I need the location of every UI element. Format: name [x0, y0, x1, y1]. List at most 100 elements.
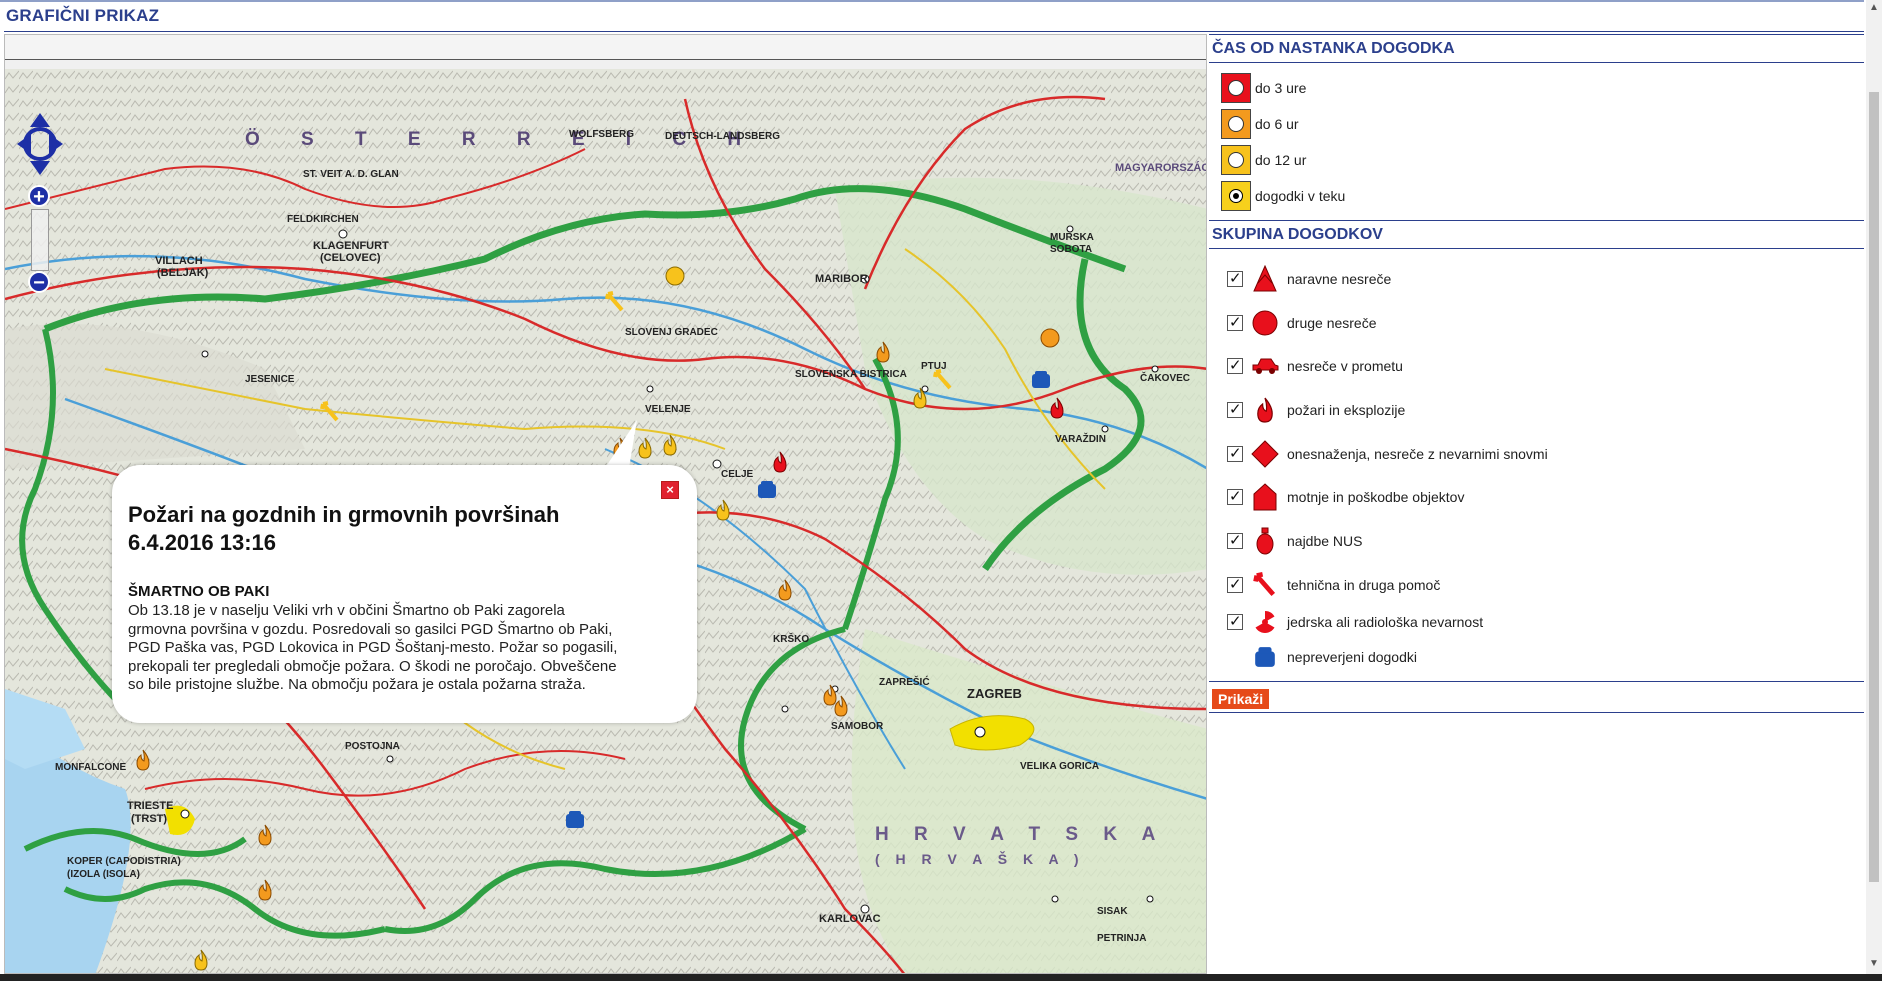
page-scrollbar[interactable]: ▲ ▼ [1866, 0, 1882, 974]
house-icon [1251, 483, 1279, 511]
event-marker-fire-icon[interactable] [133, 749, 153, 771]
event-marker-fire-icon[interactable] [191, 949, 211, 971]
event-marker-wrench-icon[interactable] [605, 291, 625, 313]
radiation-icon [1251, 608, 1279, 636]
event-marker-phone-icon[interactable] [1031, 369, 1051, 391]
checkbox[interactable] [1227, 444, 1243, 462]
event-marker-fire-icon[interactable] [255, 824, 275, 846]
map-navigation-control: + − [15, 111, 65, 311]
checkbox[interactable] [1227, 400, 1243, 418]
map-label-villach: VILLACH [155, 255, 203, 267]
zoom-in-button[interactable]: + [28, 185, 50, 207]
time-legend-item: do 12 ur [1209, 142, 1864, 178]
event-marker-phone-icon[interactable] [565, 809, 585, 831]
event-marker-fire-icon[interactable] [1047, 397, 1067, 419]
map-toolbar [5, 35, 1206, 60]
zoom-slider-track[interactable] [31, 209, 49, 271]
zoom-out-button[interactable]: − [28, 271, 50, 293]
map-panel: Ö S T E R R E I C H MAGYARORSZÁG H R V A… [4, 34, 1207, 974]
event-marker-fire-icon[interactable] [770, 451, 790, 473]
circle-icon [1251, 309, 1279, 337]
checkbox[interactable] [1227, 531, 1243, 549]
legend-panel: ČAS OD NASTANKA DOGODKA do 3 ure do 6 ur… [1209, 34, 1864, 974]
group-legend-item: druge nesreče [1209, 301, 1864, 345]
title-divider [4, 31, 1864, 32]
map-label-trieste-alt: (TRST) [131, 813, 168, 825]
map-label-sisak: SISAK [1097, 906, 1128, 917]
event-marker-wrench-icon[interactable] [933, 369, 953, 391]
popup-description: Ob 13.18 je v naselju Veliki vrh v občin… [128, 602, 679, 695]
map-label-jesenice: JESENICE [245, 374, 295, 385]
map-label-st-veit: ST. VEIT A. D. GLAN [303, 169, 399, 180]
tree-icon [1251, 264, 1279, 293]
time-legend: do 3 ure do 6 ur do 12 ur dogodki v teku [1209, 63, 1864, 214]
scrollbar-thumb[interactable] [1869, 92, 1879, 882]
map-label-murska: MURSKA [1050, 232, 1094, 243]
checkbox[interactable] [1227, 313, 1243, 331]
time-legend-label: do 6 ur [1255, 116, 1299, 132]
map-label-wolfsberg: WOLFSBERG [569, 129, 634, 140]
map-label-izola: (IZOLA (ISOLA) [67, 869, 140, 880]
map-label-koper: KOPER (CAPODISTRIA) [67, 856, 181, 867]
checkbox[interactable] [1227, 612, 1243, 630]
close-icon[interactable]: × [661, 481, 679, 499]
event-marker-fire-icon[interactable] [713, 499, 733, 521]
grenade-icon [1251, 527, 1279, 555]
event-marker-fire-icon[interactable] [910, 387, 930, 409]
event-marker-circle[interactable] [1040, 327, 1060, 349]
map-label-cakovec: ČAKOVEC [1140, 373, 1191, 384]
map-label-hungary: MAGYARORSZÁG [1115, 162, 1206, 174]
circle-icon [1221, 73, 1251, 103]
group-legend-item: požari in eksplozije [1209, 388, 1864, 432]
map-label-petrinja: PETRINJA [1097, 933, 1147, 944]
map-label-zagreb: ZAGREB [967, 686, 1022, 701]
time-legend-heading: ČAS OD NASTANKA DOGODKA [1209, 35, 1864, 63]
time-legend-label: dogodki v teku [1255, 188, 1346, 204]
group-legend-label: nesreče v prometu [1287, 358, 1403, 375]
event-marker-phone-icon[interactable] [757, 479, 777, 501]
checkbox[interactable] [1227, 356, 1243, 375]
circle-icon [1221, 145, 1251, 175]
event-marker-wrench-icon[interactable] [320, 401, 340, 423]
group-legend-label: najdbe NUS [1287, 532, 1363, 549]
map-label-croatia: H R V A T S K A [875, 824, 1166, 845]
checkbox[interactable] [1227, 269, 1243, 287]
map-label-varazdin: VARAŽDIN [1055, 434, 1106, 445]
event-popup: × Požari na gozdnih in grmovnih površina… [112, 465, 697, 723]
map-label-croatia-alt: ( H R V A Š K A ) [875, 851, 1085, 867]
checkbox[interactable] [1227, 575, 1243, 593]
checkbox[interactable] [1227, 487, 1243, 506]
popup-line: so bile pristojne službe. Na območju pož… [128, 676, 586, 693]
event-marker-fire-icon[interactable] [873, 341, 893, 363]
popup-line: PGD Paška vas, PGD Lokovica in PGD Šošta… [128, 639, 618, 656]
group-legend-label: onesnaženja, nesreče z nevarnimi snovmi [1287, 445, 1548, 462]
event-marker-fire-icon[interactable] [775, 579, 795, 601]
event-marker-fire-icon[interactable] [831, 695, 851, 717]
target-icon [1221, 181, 1251, 211]
map-label-zapresic: ZAPREŠIĆ [879, 677, 930, 688]
diamond-icon [1251, 439, 1279, 468]
map-label-krsko: KRŠKO [773, 634, 810, 645]
map-label-sobota: SOBOTA [1050, 244, 1093, 255]
event-marker-fire-icon[interactable] [660, 434, 680, 456]
scroll-down-icon[interactable]: ▼ [1869, 958, 1879, 969]
time-legend-label: do 3 ure [1255, 80, 1307, 96]
group-legend-label: nepreverjeni dogodki [1287, 648, 1417, 665]
group-legend-label: tehnična in druga pomoč [1287, 576, 1441, 593]
scroll-up-icon[interactable]: ▲ [1869, 2, 1879, 13]
map-label-postojna: POSTOJNA [345, 741, 400, 752]
page-title: GRAFIČNI PRIKAZ [6, 6, 160, 25]
show-button[interactable]: Prikaži [1212, 688, 1270, 709]
time-legend-item: do 3 ure [1209, 70, 1864, 106]
map-label-monfalcone: MONFALCONE [55, 762, 127, 773]
group-legend-label: požari in eksplozije [1287, 401, 1406, 418]
group-legend-item: naravne nesreče [1209, 257, 1864, 301]
event-marker-fire-icon[interactable] [255, 879, 275, 901]
map-label-velika-gorica: VELIKA GORICA [1020, 761, 1100, 772]
event-marker-circle[interactable] [665, 265, 685, 287]
popup-datetime: 6.4.2016 13:16 [128, 530, 277, 555]
group-legend-item: onesnaženja, nesreče z nevarnimi snovmi [1209, 432, 1864, 476]
pan-arrows-icon[interactable] [15, 111, 65, 177]
time-legend-item: dogodki v teku [1209, 178, 1864, 214]
popup-line: prekopali ter pregledali območje požara.… [128, 657, 617, 675]
